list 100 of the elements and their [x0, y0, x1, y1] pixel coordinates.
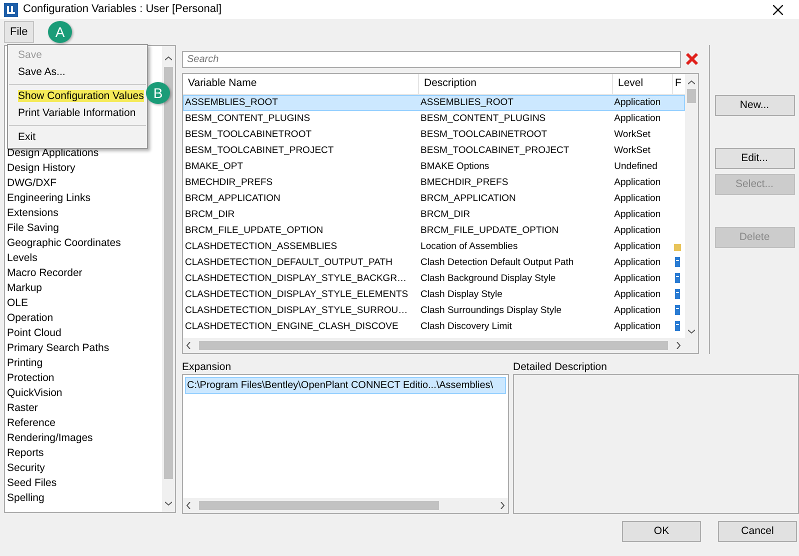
table-cell-text: Application	[613, 256, 662, 270]
category-item[interactable]: Rendering/Images	[7, 431, 162, 446]
table-cell-text: CLASHDETECTION_DEFAULT_OUTPUT_PATH	[184, 256, 394, 270]
category-item[interactable]: Extensions	[7, 206, 162, 221]
category-item[interactable]: Protection	[7, 371, 162, 386]
table-cell-text: Application	[613, 240, 662, 254]
table-cell-text: Application	[613, 320, 662, 334]
category-item[interactable]: Printing	[7, 356, 162, 371]
table-cell-text: Application	[613, 192, 662, 206]
scroll-thumb[interactable]	[687, 89, 696, 103]
scroll-down-icon[interactable]	[165, 501, 172, 506]
table-cell-text: Location of Assemblies	[420, 240, 519, 254]
scroll-left-icon[interactable]	[186, 502, 191, 509]
scrollbar[interactable]	[162, 46, 175, 512]
expansion-label: Expansion	[182, 361, 232, 374]
selected-row[interactable]: ASSEMBLIES_ROOT ASSEMBLIES_ROOT Application	[183, 95, 685, 111]
table-cell-text: Application	[613, 208, 662, 222]
table-cell-text: BRCM_DIR	[420, 208, 472, 222]
table-cell-text: Application	[613, 288, 662, 302]
table-cell-text: Application	[613, 176, 662, 190]
table-cell-text: BRCM_FILE_UPDATE_OPTION	[184, 224, 324, 238]
table-cell-text: BESM_TOOLCABINET_PROJECT	[420, 144, 570, 158]
scroll-left-icon[interactable]	[186, 342, 191, 349]
table-cell-text: Application	[613, 304, 662, 318]
table-cell-text: Application	[613, 272, 662, 286]
app-icon	[4, 2, 18, 16]
category-item[interactable]: DWG/DXF	[7, 176, 162, 191]
table-cell-text: BRCM_APPLICATION	[420, 192, 517, 206]
table-cell-text: Undefined	[613, 160, 658, 174]
table-cell-text: CLASHDETECTION_ENGINE_CLASH_DISCOVE	[184, 320, 400, 334]
scroll-up-icon[interactable]	[165, 56, 172, 61]
category-item[interactable]: Primary Search Paths	[7, 341, 162, 356]
callout-marker: A	[48, 21, 72, 43]
scroll-down-icon[interactable]	[688, 329, 695, 334]
category-item[interactable]: Spelling	[7, 491, 162, 506]
table-cell-text: BMAKE_OPT	[184, 160, 244, 174]
category-item[interactable]: Operation	[7, 311, 162, 326]
category-item[interactable]: Design Applications	[7, 146, 162, 161]
column-header[interactable]: Level	[613, 74, 673, 94]
table-cell-text: CLASHDETECTION_DISPLAY_STYLE_SURROU…	[184, 304, 409, 318]
scroll-right-icon[interactable]	[676, 342, 681, 349]
scroll-thumb[interactable]	[199, 341, 668, 350]
clear-icon[interactable]	[685, 52, 699, 66]
scrollbar[interactable]	[183, 498, 508, 513]
detailed-description-label: Detailed Description	[513, 361, 608, 374]
search-field[interactable]: Search	[182, 50, 681, 68]
table-cell-text: WorkSet	[613, 144, 652, 158]
column-header[interactable]: F	[673, 74, 684, 94]
category-item[interactable]: Point Cloud	[7, 326, 162, 341]
table-cell-text: Clash Surroundings Display Style	[420, 304, 563, 318]
table-cell-text: BRCM_FILE_UPDATE_OPTION	[420, 224, 560, 238]
table-cell-text: ASSEMBLIES_ROOT	[184, 96, 279, 110]
expansion-row[interactable]: C:\Program Files\Bentley\OpenPlant CONNECT Editio...\Assemblies\	[185, 377, 506, 394]
menu-item[interactable]: File	[4, 20, 34, 44]
table-cell-text: Application	[613, 96, 662, 110]
menu-item[interactable]: Print Variable Information	[8, 105, 147, 122]
scroll-up-icon[interactable]	[688, 80, 695, 85]
scrollbar[interactable]	[685, 74, 698, 338]
scrollbar[interactable]	[183, 338, 698, 353]
category-item[interactable]: Raster	[7, 401, 162, 416]
category-item[interactable]: Levels	[7, 251, 162, 266]
table-cell-text: Clash Background Display Style	[420, 272, 557, 286]
window-title: Configuration Variables : User [Personal]	[23, 2, 222, 18]
category-item[interactable]: Reports	[7, 446, 162, 461]
scroll-thumb[interactable]	[199, 501, 439, 510]
category-item[interactable]: Macro Recorder	[7, 266, 162, 281]
table-cell-text: Clash Detection Default Output Path	[420, 256, 575, 270]
category-item[interactable]: Seed Files	[7, 476, 162, 491]
table-cell-text: BESM_CONTENT_PLUGINS	[420, 112, 547, 126]
dialog-button[interactable]: Cancel	[718, 521, 797, 542]
column-header[interactable]: Description	[419, 74, 613, 94]
table-cell-text: BRCM_APPLICATION	[184, 192, 282, 206]
table-cell-text: Clash Discovery Limit	[420, 320, 513, 334]
table-cell-text: BMECHDIR_PREFS	[184, 176, 274, 190]
table-cell-text: BRCM_DIR	[184, 208, 236, 222]
table-cell-text: Clash Display Style	[420, 288, 504, 302]
category-item[interactable]: QuickVision	[7, 386, 162, 401]
table-cell-text: BMECHDIR_PREFS	[420, 176, 510, 190]
table-cell-text: Application	[613, 224, 662, 238]
table-cell-text: CLASHDETECTION_ASSEMBLIES	[184, 240, 338, 254]
table-cell-text: WorkSet	[613, 128, 652, 142]
category-item[interactable]: Security	[7, 461, 162, 476]
category-item[interactable]: Reference	[7, 416, 162, 431]
column-header[interactable]: Variable Name	[183, 74, 419, 94]
dialog-button[interactable]: OK	[622, 521, 701, 542]
menu-item[interactable]: Exit	[8, 129, 147, 146]
category-item[interactable]: Engineering Links	[7, 191, 162, 206]
category-item[interactable]: Markup	[7, 281, 162, 296]
table-cell-text: BMAKE Options	[420, 160, 490, 174]
table-cell-text: CLASHDETECTION_DISPLAY_STYLE_BACKGR…	[184, 272, 408, 286]
side-button[interactable]: Edit...	[714, 148, 794, 169]
scroll-thumb[interactable]	[164, 67, 173, 479]
side-button[interactable]: New...	[714, 95, 794, 116]
category-item[interactable]: Design History	[7, 161, 162, 176]
category-item[interactable]: Geographic Coordinates	[7, 236, 162, 251]
scroll-right-icon[interactable]	[500, 502, 505, 509]
category-item[interactable]: File Saving	[7, 221, 162, 236]
menu-item[interactable]: Save As...	[8, 64, 147, 81]
close-icon[interactable]	[773, 4, 783, 14]
category-item[interactable]: OLE	[7, 296, 162, 311]
